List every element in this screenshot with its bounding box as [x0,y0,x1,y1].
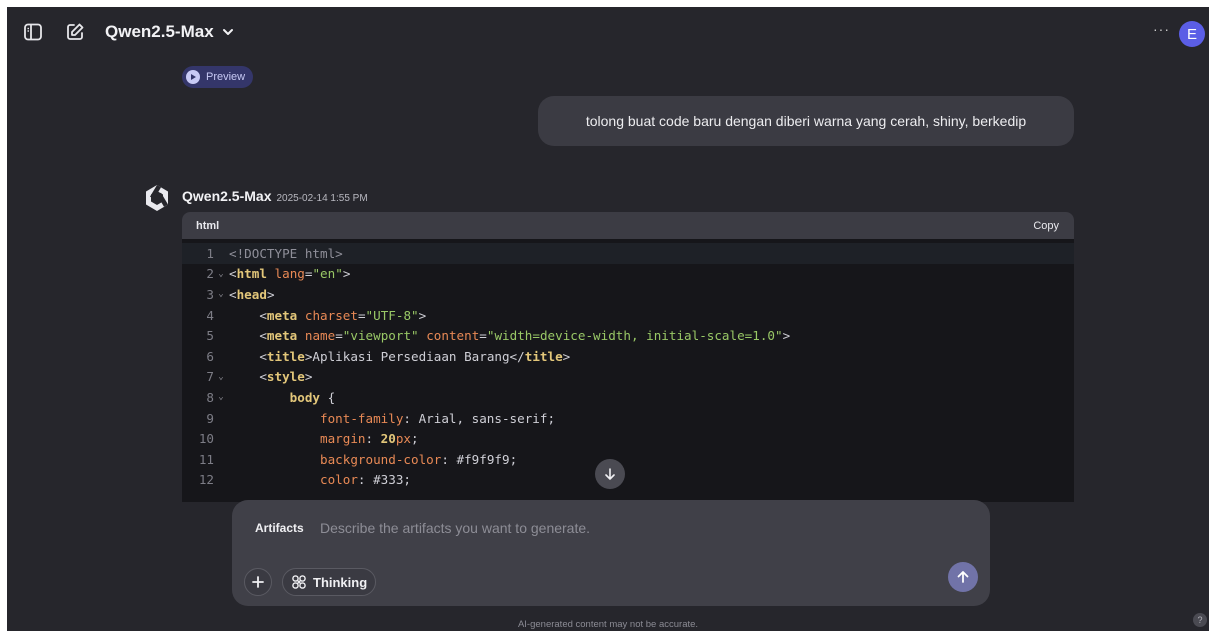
avatar[interactable]: E [1179,21,1205,47]
code-text: <head> [229,286,275,302]
line-number: 9 [206,410,214,426]
user-message-text: tolong buat code baru dengan diberi warn… [585,113,1027,129]
line-number: 6 [206,348,214,364]
code-line: 3 ⌄ <head> [182,284,1074,305]
line-number: 1 [206,245,214,261]
line-number: 8 [206,389,214,405]
fold-chevron-icon[interactable]: ⌄ [216,269,226,279]
arrow-up-icon [957,571,969,583]
code-text: color: #333; [320,472,411,488]
arrow-down-icon [605,468,615,480]
code-line: 12 color: #333; [182,470,1074,491]
model-selector[interactable]: Qwen2.5-Max [105,22,234,42]
line-number: 5 [206,328,214,344]
composer-mode-label: Artifacts [255,521,304,535]
code-header: html Copy [182,212,1074,239]
composer-input[interactable] [320,517,920,539]
thinking-label: Thinking [313,574,368,590]
sidebar-toggle-icon[interactable] [23,22,43,42]
code-text: <title>Aplikasi Persediaan Barang</title… [229,348,571,364]
code-text: <meta charset="UTF-8"> [229,307,427,323]
code-language: html [196,219,220,232]
line-number: 7 [206,369,214,385]
thinking-toggle-button[interactable]: Thinking [282,568,377,596]
assistant-name: Qwen2.5-Max [182,188,272,204]
code-text: background-color: #f9f9f9; [320,451,518,467]
code-text: body { [289,389,336,405]
user-message: tolong buat code baru dengan diberi warn… [538,96,1074,146]
code-line: 1 <!DOCTYPE html> [182,243,1074,264]
line-number: 10 [198,431,214,447]
preview-button[interactable]: Preview [182,66,254,88]
play-icon [186,70,200,84]
code-text: <style> [229,369,313,385]
preview-label: Preview [206,71,246,83]
new-chat-icon[interactable] [65,22,85,42]
scroll-down-button[interactable] [595,459,625,489]
code-line: 7 ⌄ <style> [182,367,1074,388]
line-number: 4 [206,307,214,323]
fold-chevron-icon[interactable]: ⌄ [216,372,226,382]
code-text: <!DOCTYPE html> [229,245,343,261]
code-line: 10 margin: 20px; [182,428,1074,449]
line-number: 12 [198,472,214,488]
qwen-logo-icon [146,185,168,211]
line-number: 2 [206,266,214,282]
code-line: 8 ⌄ body { [182,387,1074,408]
chat-app: Qwen2.5-Max ··· E Preview tolong buat co… [7,7,1209,631]
copy-button[interactable]: Copy [1033,220,1059,232]
top-bar: Qwen2.5-Max ··· E [7,7,1209,57]
line-number: 11 [198,451,214,467]
code-body: 1 <!DOCTYPE html> 2 ⌄ <html lang="en"> 3 ⌄ <hea… [182,239,1074,490]
thinking-icon [292,575,306,589]
composer: Artifacts Thinking [232,500,990,606]
code-line: 4 <meta charset="UTF-8"> [182,305,1074,326]
code-line: 6 <title>Aplikasi Persediaan Barang</tit… [182,346,1074,367]
more-options-button[interactable]: ··· [1153,21,1170,37]
code-text: <meta name="viewport" content="width=dev… [229,328,791,344]
code-line: 5 <meta name="viewport" content="width=d… [182,325,1074,346]
code-block: html Copy 1 <!DOCTYPE html> 2 ⌄ <html lang="… [182,212,1074,502]
code-text: <html lang="en"> [229,266,351,282]
send-button[interactable] [948,562,978,592]
model-name: Qwen2.5-Max [105,22,214,41]
fold-chevron-icon[interactable]: ⌄ [216,289,226,299]
help-button[interactable]: ? [1193,613,1207,627]
code-text: margin: 20px; [320,431,419,447]
fold-chevron-icon[interactable]: ⌄ [216,392,226,402]
line-number: 3 [206,286,214,302]
plus-icon [252,576,264,588]
code-line: 9 font-family: Arial, sans-serif; [182,408,1074,429]
code-line: 11 background-color: #f9f9f9; [182,449,1074,470]
code-text: font-family: Arial, sans-serif; [320,410,556,426]
disclaimer: AI-generated content may not be accurate… [517,619,699,630]
add-attachment-button[interactable] [244,568,272,596]
message-timestamp: 2025-02-14 1:55 PM [276,193,368,204]
assistant-header: Qwen2.5-Max 2025-02-14 1:55 PM [182,188,368,204]
chevron-down-icon [222,29,233,35]
code-line: 2 ⌄ <html lang="en"> [182,264,1074,285]
